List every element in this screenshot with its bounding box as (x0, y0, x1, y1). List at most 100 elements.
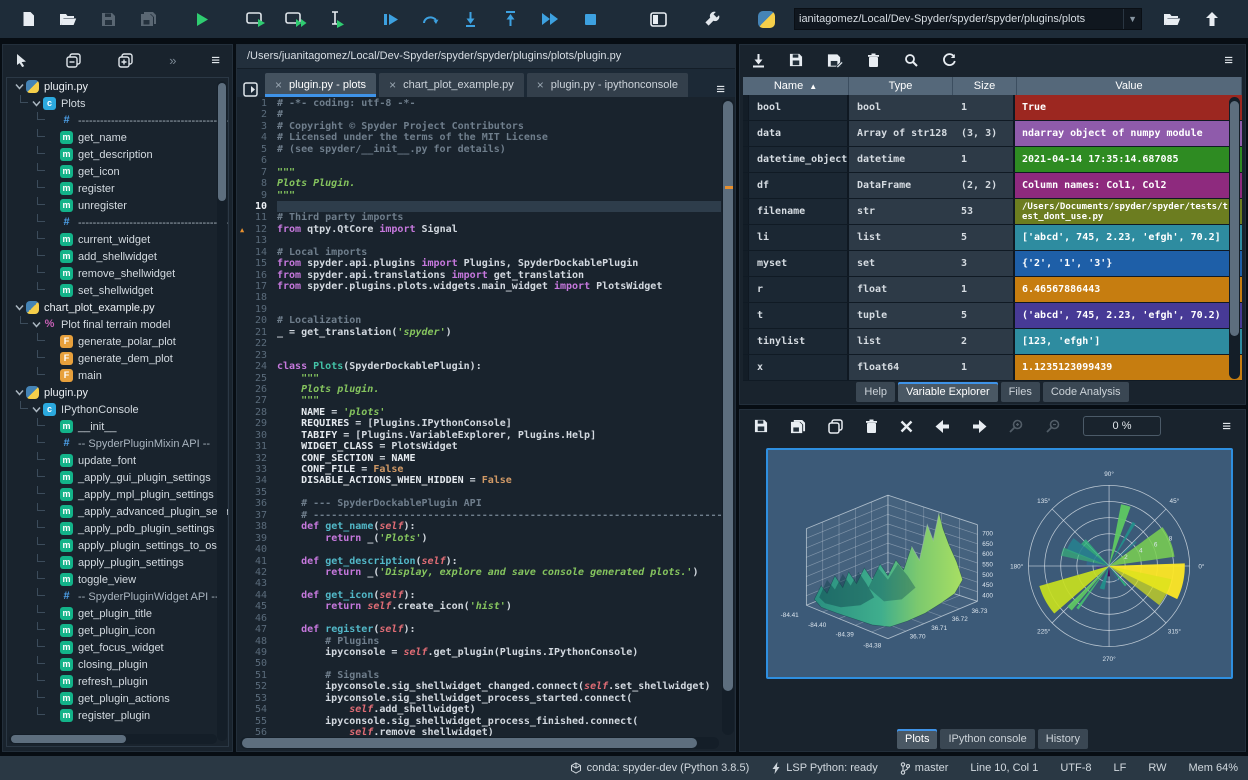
code-line[interactable]: 14# Local imports (237, 247, 721, 258)
outline-item[interactable]: Fgenerate_polar_plot (7, 333, 228, 350)
code-line[interactable]: 5# (see spyder/__init__.py for details) (237, 144, 721, 155)
outline-item[interactable]: madd_shellwidget (7, 248, 228, 265)
code-line[interactable]: 50 (237, 658, 721, 669)
line-number[interactable]: 24 (237, 361, 277, 372)
variable-name[interactable]: x (749, 355, 849, 380)
code-line[interactable]: 34 DISABLE_ACTIONS_WHEN_HIDDEN = False (237, 475, 721, 486)
line-number[interactable]: 53 (237, 693, 277, 704)
outline-item[interactable]: m_apply_mpl_plugin_settings (7, 486, 228, 503)
line-number[interactable]: 3 (237, 121, 277, 132)
code-line[interactable]: 48 # Plugins (237, 636, 721, 647)
debug-step-out-button[interactable] (490, 4, 530, 34)
save-button[interactable] (88, 4, 128, 34)
line-number[interactable]: 45 (237, 601, 277, 612)
line-number[interactable]: 32 (237, 453, 277, 464)
editor-options-menu-icon[interactable]: ≡ (716, 82, 725, 97)
code-line[interactable]: 42 return _('Display, explore and save c… (237, 567, 721, 578)
debug-step-into-button[interactable] (450, 4, 490, 34)
outline-item[interactable]: m__init__ (7, 418, 228, 435)
restore-original-icon[interactable]: » (169, 53, 174, 68)
code-line[interactable]: 54 self.add_shellwidget) (237, 704, 721, 715)
close-tab-icon[interactable]: × (537, 78, 544, 92)
variable-row[interactable]: tinylistlist2[123, 'efgh'] (743, 329, 1242, 355)
line-number[interactable]: 26 (237, 384, 277, 395)
debug-step-over-button[interactable] (410, 4, 450, 34)
line-number[interactable]: 5 (237, 144, 277, 155)
close-tab-icon[interactable]: × (275, 78, 282, 92)
line-number[interactable]: 1 (237, 98, 277, 109)
code-line[interactable]: 23 (237, 350, 721, 361)
line-number[interactable]: 11 (237, 212, 277, 223)
code-line[interactable]: 55 ipyconsole.sig_shellwidget_process_fi… (237, 716, 721, 727)
variable-row[interactable]: dfDataFrame(2, 2)Column names: Col1, Col… (743, 173, 1242, 199)
save-data-icon[interactable] (789, 53, 803, 67)
refresh-variables-icon[interactable] (942, 53, 956, 67)
variable-value[interactable]: /Users/Documents/spyder/spyder/tests/tes… (1015, 199, 1242, 224)
line-number[interactable]: 54 (237, 704, 277, 715)
code-line[interactable]: 49 ipyconsole = self.get_plugin(Plugins.… (237, 647, 721, 658)
remove-plot-icon[interactable] (865, 419, 878, 434)
lsp-status[interactable]: LSP Python: ready (771, 762, 878, 774)
line-number[interactable]: 31 (237, 441, 277, 452)
line-number[interactable]: 23 (237, 350, 277, 361)
code-line[interactable]: 21_ = get_translation('spyder') (237, 327, 721, 338)
code-line[interactable]: 37 # -----------------------------------… (237, 510, 721, 521)
code-line[interactable]: 25 """ (237, 373, 721, 384)
variable-name[interactable]: datetime_object (749, 147, 849, 172)
line-number[interactable]: 38 (237, 521, 277, 532)
zoom-out-icon[interactable] (1046, 419, 1061, 433)
outline-item[interactable]: #-- SpyderPluginMixin API -- (7, 435, 228, 452)
outline-item[interactable]: mclosing_plugin (7, 656, 228, 673)
variable-row[interactable]: rfloat16.46567886443 (743, 277, 1242, 303)
outline-item[interactable]: mapply_plugin_settings_to_os (7, 537, 228, 554)
code-line[interactable]: 15from spyder.api.plugins import Plugins… (237, 258, 721, 269)
line-number[interactable]: 6 (237, 155, 277, 166)
line-number[interactable]: 14 (237, 247, 277, 258)
outline-item[interactable]: mget_icon (7, 163, 228, 180)
code-line[interactable]: 3# Copyright © Spyder Project Contributo… (237, 121, 721, 132)
code-line[interactable]: 47 def register(self): (237, 624, 721, 635)
plots-options-menu-icon[interactable]: ≡ (1222, 419, 1231, 434)
code-line[interactable]: 16from spyder.api.translations import ge… (237, 270, 721, 281)
code-line[interactable]: 13 (237, 235, 721, 246)
tab-code-analysis[interactable]: Code Analysis (1043, 382, 1129, 402)
code-line[interactable]: 43 (237, 578, 721, 589)
line-number[interactable]: 36 (237, 498, 277, 509)
variable-row[interactable]: lilist5['abcd', 745, 2.23, 'efgh', 70.2] (743, 225, 1242, 251)
run-selection-button[interactable] (316, 4, 356, 34)
variable-value[interactable]: ['abcd', 745, 2.23, 'efgh', 70.2] (1015, 225, 1242, 250)
outline-item[interactable]: mapply_plugin_settings (7, 554, 228, 571)
line-number[interactable]: 12▲ (237, 224, 277, 235)
code-line[interactable]: 28 NAME = 'plots' (237, 407, 721, 418)
chevron-down-icon[interactable] (32, 99, 41, 108)
outline-item[interactable]: plugin.py (7, 78, 228, 95)
code-line[interactable]: 4# Licensed under the terms of the MIT L… (237, 132, 721, 143)
outline-item[interactable]: mget_plugin_actions (7, 690, 228, 707)
outline-item[interactable]: Fgenerate_dem_plot (7, 350, 228, 367)
variable-row[interactable]: filenamestr53/Users/Documents/spyder/spy… (743, 199, 1242, 225)
code-line[interactable]: 35 (237, 487, 721, 498)
save-all-plots-icon[interactable] (790, 419, 806, 434)
editor-horizontal-scrollbar[interactable] (240, 737, 719, 749)
code-editor[interactable]: 1# -*- coding: utf-8 -*-2#3# Copyright ©… (237, 98, 721, 736)
code-line[interactable]: 8Plots Plugin. (237, 178, 721, 189)
variable-row[interactable]: xfloat6411.1235123099439 (743, 355, 1242, 381)
code-line[interactable]: 1# -*- coding: utf-8 -*- (237, 98, 721, 109)
variable-row[interactable]: dataArray of str128(3, 3)ndarray object … (743, 121, 1242, 147)
git-branch-status[interactable]: master (900, 762, 949, 775)
code-line[interactable]: 32 CONF_SECTION = NAME (237, 453, 721, 464)
code-line[interactable]: 36 # --- SpyderDockablePlugin API (237, 498, 721, 509)
line-number[interactable]: 4 (237, 132, 277, 143)
line-number[interactable]: 20 (237, 315, 277, 326)
editor-vertical-scrollbar[interactable] (722, 99, 734, 735)
line-number[interactable]: 49 (237, 647, 277, 658)
column-header-name[interactable]: Name▲ (743, 77, 849, 95)
variable-name[interactable]: df (749, 173, 849, 198)
variable-value[interactable]: 6.46567886443 (1015, 277, 1242, 302)
tab-ipython-console[interactable]: IPython console (940, 729, 1034, 749)
variable-value[interactable]: True (1015, 95, 1242, 120)
code-line[interactable]: 45 return self.create_icon('hist') (237, 601, 721, 612)
line-number[interactable]: 10 (237, 201, 277, 212)
code-line[interactable]: 11# Third party imports (237, 212, 721, 223)
line-number[interactable]: 39 (237, 533, 277, 544)
